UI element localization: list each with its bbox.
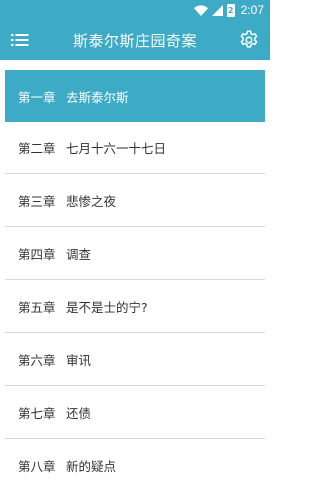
chapter-number: 第二章 <box>18 141 56 156</box>
chapter-title: 还债 <box>66 406 92 421</box>
list-menu-icon[interactable] <box>11 32 29 48</box>
chapter-title: 审讯 <box>66 353 92 368</box>
chapter-title: 悲惨之夜 <box>66 194 117 209</box>
chapter-number: 第一章 <box>18 89 56 105</box>
chapter-item[interactable]: 第五章 是不是士的宁? <box>5 281 265 333</box>
chapter-item[interactable]: 第八章 新的疑点 <box>5 440 265 480</box>
chapter-number: 第五章 <box>18 300 56 315</box>
chapter-item[interactable]: 第二章 七月十六一十七日 <box>5 122 265 174</box>
chapter-item[interactable]: 第六章 审讯 <box>5 334 265 386</box>
wifi-icon <box>193 4 208 16</box>
clock: 2:07 <box>240 3 264 17</box>
chapter-title: 新的疑点 <box>66 459 117 474</box>
gear-icon[interactable] <box>238 29 260 51</box>
chapter-title: 七月十六一十七日 <box>66 141 167 156</box>
battery-icon: 2 <box>226 3 235 17</box>
chapter-title: 调查 <box>66 247 92 262</box>
chapter-item[interactable]: 第七章 还债 <box>5 387 265 439</box>
app-bar: 斯泰尔斯庄园奇案 <box>0 20 270 60</box>
chapter-title: 是不是士的宁? <box>66 300 148 315</box>
chapter-list: 第一章 去斯泰尔斯 第二章 七月十六一十七日 第三章 悲惨之夜 第四章 调查 第… <box>0 60 270 480</box>
chapter-item[interactable]: 第一章 去斯泰尔斯 <box>5 70 265 122</box>
chapter-item[interactable]: 第四章 调查 <box>5 228 265 280</box>
chapter-number: 第七章 <box>18 406 56 421</box>
chapter-number: 第八章 <box>18 459 56 474</box>
chapter-number: 第六章 <box>18 353 56 368</box>
chapter-number: 第三章 <box>18 194 56 209</box>
chapter-item[interactable]: 第三章 悲惨之夜 <box>5 175 265 227</box>
chapter-number: 第四章 <box>18 247 56 262</box>
signal-icon <box>211 4 223 16</box>
page-title: 斯泰尔斯庄园奇案 <box>72 31 197 50</box>
chapter-title: 去斯泰尔斯 <box>66 89 129 105</box>
battery-badge: 2 <box>227 5 234 15</box>
status-bar: 2 2:07 <box>0 0 270 20</box>
